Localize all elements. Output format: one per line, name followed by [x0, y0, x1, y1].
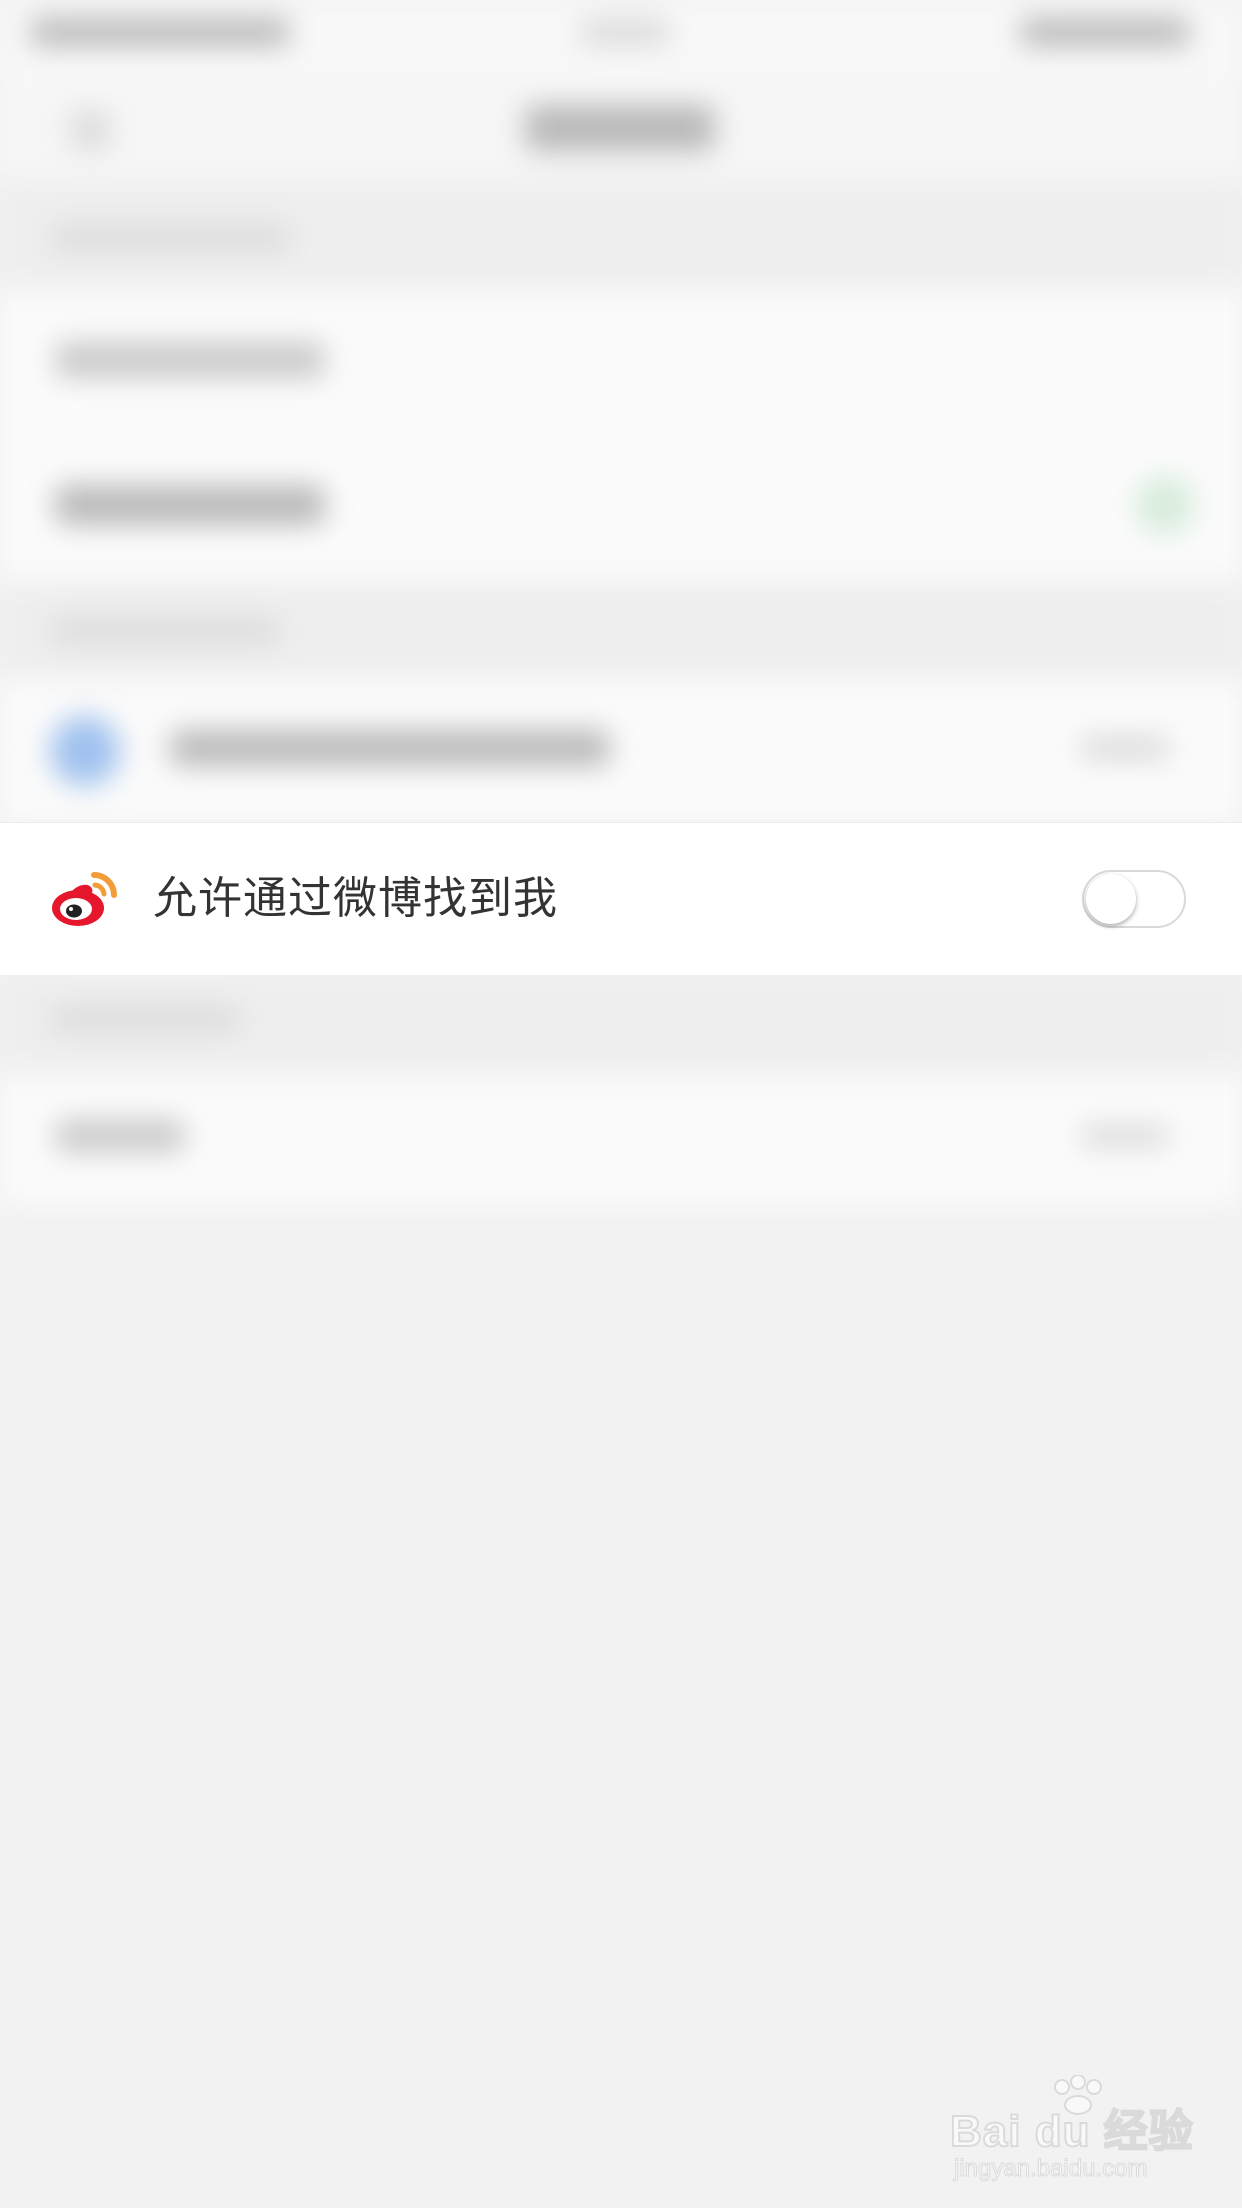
find-me-via-weibo-row[interactable]: 允许通过微博找到我 [0, 822, 1242, 975]
watermark-brand: Bai du 经验 [949, 2106, 1194, 2157]
blurred-background [0, 0, 1242, 1260]
find-me-via-weibo-label: 允许通过微博找到我 [153, 873, 558, 924]
screen: 允许通过微博找到我 Bai du 经验 jingyan.baidu.com [0, 0, 1242, 2208]
nav-bar [0, 80, 1242, 180]
watermark-url: jingyan.baidu.com [953, 2155, 1148, 2183]
status-bar [0, 0, 1242, 80]
find-me-via-weibo-toggle[interactable] [1082, 870, 1186, 928]
watermark: Bai du 经验 jingyan.baidu.com [949, 2075, 1194, 2185]
toggle-knob [1086, 874, 1136, 924]
weibo-icon [50, 871, 118, 929]
